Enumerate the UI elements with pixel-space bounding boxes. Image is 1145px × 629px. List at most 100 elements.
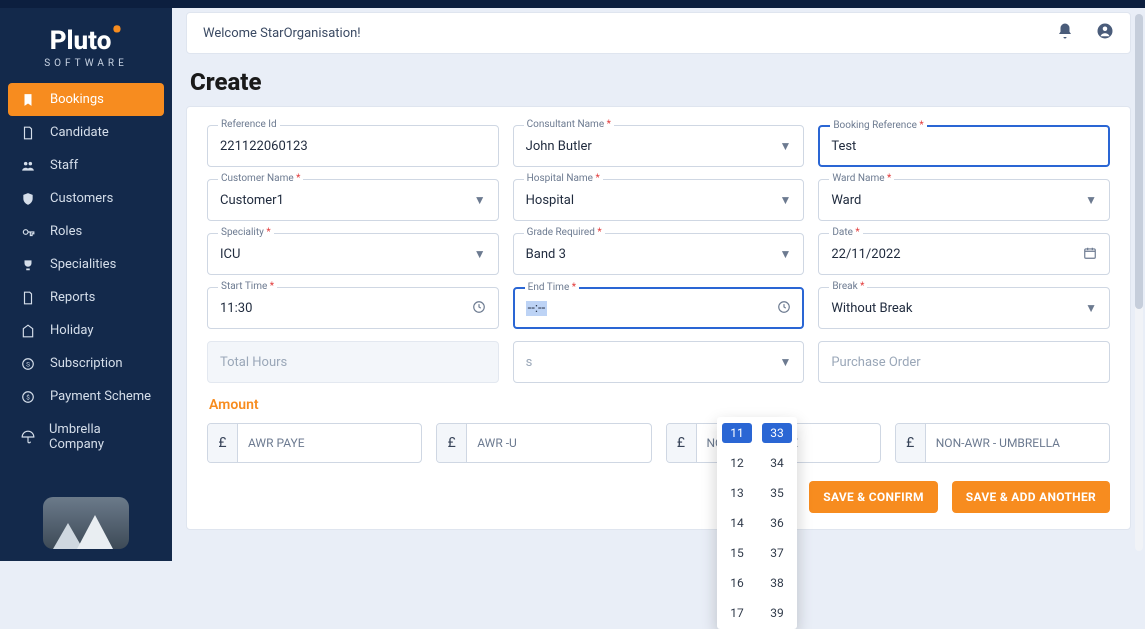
- sidebar-item-label: Candidate: [50, 125, 109, 140]
- form-card: Reference Id 221122060123 Consultant Nam…: [186, 106, 1131, 530]
- chevron-down-icon: ▼: [474, 247, 486, 261]
- sidebar-item-customers[interactable]: Customers: [8, 182, 164, 215]
- ward-name-value: Ward: [831, 193, 1085, 208]
- chevron-down-icon: ▼: [1085, 193, 1097, 207]
- consultant-name-select[interactable]: Consultant Name * John Butler ▼: [513, 125, 805, 167]
- people-icon: [20, 159, 36, 173]
- sidebar-item-candidate[interactable]: Candidate: [8, 116, 164, 149]
- time-minute-option[interactable]: 37: [762, 543, 792, 563]
- date-field[interactable]: Date * 22/11/2022: [818, 233, 1110, 275]
- coin-icon: S: [20, 357, 36, 371]
- end-time-field[interactable]: End Time * --:--: [513, 287, 805, 329]
- time-minute-option[interactable]: 36: [762, 513, 792, 533]
- time-hour-option[interactable]: 17: [722, 603, 752, 623]
- hospital-name-select[interactable]: Hospital Name * Hospital ▼: [513, 179, 805, 221]
- chevron-down-icon: ▼: [779, 193, 791, 207]
- amount-non-awr-umbrella[interactable]: £ NON-AWR - UMBRELLA: [895, 423, 1110, 463]
- chevron-down-icon: ▼: [779, 355, 791, 369]
- end-time-value: --:--: [526, 301, 548, 316]
- sidebar-item-reports[interactable]: Reports: [8, 281, 164, 314]
- time-minute-option[interactable]: 35: [762, 483, 792, 503]
- time-hour-option[interactable]: 15: [722, 543, 752, 563]
- svg-text:$: $: [26, 393, 30, 401]
- mid-select[interactable]: s ▼: [513, 341, 805, 383]
- sidebar-item-staff[interactable]: Staff: [8, 149, 164, 182]
- purchase-order-field[interactable]: Purchase Order: [818, 341, 1110, 383]
- clock-icon: [472, 300, 486, 317]
- currency-symbol: £: [437, 424, 467, 462]
- currency-symbol: £: [667, 424, 697, 462]
- top-strip: [0, 0, 1145, 8]
- time-hour-option[interactable]: 14: [722, 513, 752, 533]
- chevron-down-icon: ▼: [779, 247, 791, 261]
- chevron-down-icon: ▼: [779, 139, 791, 153]
- bell-icon[interactable]: [1056, 22, 1074, 44]
- speciality-select[interactable]: Speciality * ICU ▼: [207, 233, 499, 275]
- start-time-field[interactable]: Start Time * 11:30: [207, 287, 499, 329]
- purchase-order-label: Purchase Order: [831, 355, 1097, 370]
- hospital-name-value: Hospital: [526, 193, 780, 208]
- amount-placeholder: AWR PAYE: [238, 424, 421, 462]
- time-minute-option[interactable]: 38: [762, 573, 792, 593]
- brand-logo: Pluto• SOFTWARE: [0, 8, 172, 83]
- save-confirm-button[interactable]: SAVE & CONFIRM: [809, 481, 938, 513]
- chevron-down-icon: ▼: [1085, 301, 1097, 315]
- sidebar-item-subscription[interactable]: S Subscription: [8, 347, 164, 380]
- reference-id-value: 221122060123: [220, 139, 486, 154]
- sidebar-item-specialities[interactable]: Specialities: [8, 248, 164, 281]
- trophy-icon: [20, 258, 36, 272]
- time-picker-hours: 11 12 13 14 15 16 17: [717, 423, 757, 623]
- currency-symbol: £: [208, 424, 238, 462]
- customer-name-select[interactable]: Customer Name * Customer1 ▼: [207, 179, 499, 221]
- reference-id-field[interactable]: Reference Id 221122060123: [207, 125, 499, 167]
- total-hours-label: Total Hours: [220, 355, 486, 370]
- sidebar-nav: Bookings Candidate Staff Customers Roles…: [0, 83, 172, 461]
- coin-icon: $: [20, 390, 36, 404]
- currency-symbol: £: [896, 424, 926, 462]
- bookmark-icon: [20, 93, 36, 107]
- svg-text:S: S: [26, 360, 30, 368]
- amount-awr-u[interactable]: £ AWR -U: [436, 423, 651, 463]
- sidebar-item-label: Subscription: [50, 356, 123, 371]
- date-value: 22/11/2022: [831, 247, 1083, 262]
- sidebar-item-roles[interactable]: Roles: [8, 215, 164, 248]
- sidebar-item-label: Roles: [50, 224, 82, 239]
- time-hour-option[interactable]: 13: [722, 483, 752, 503]
- shield-icon: [20, 192, 36, 206]
- amount-awr-paye[interactable]: £ AWR PAYE: [207, 423, 422, 463]
- sidebar-item-label: Umbrella Company: [49, 422, 152, 452]
- scrollbar[interactable]: [1135, 14, 1143, 551]
- sidebar-item-holiday[interactable]: Holiday: [8, 314, 164, 347]
- building-icon: [20, 324, 36, 338]
- calendar-icon: [1083, 246, 1097, 263]
- ward-name-select[interactable]: Ward Name * Ward ▼: [818, 179, 1110, 221]
- time-hour-option[interactable]: 16: [722, 573, 752, 593]
- brand-name: Pluto: [50, 26, 112, 56]
- booking-reference-field[interactable]: Booking Reference * Test: [818, 125, 1110, 167]
- save-add-another-button[interactable]: SAVE & ADD ANOTHER: [952, 481, 1110, 513]
- sidebar-item-label: Bookings: [50, 92, 104, 107]
- sidebar-item-bookings[interactable]: Bookings: [8, 83, 164, 116]
- customer-name-value: Customer1: [220, 193, 474, 208]
- time-hour-option[interactable]: 11: [722, 423, 752, 443]
- sidebar-item-label: Specialities: [50, 257, 116, 272]
- grade-required-select[interactable]: Grade Required * Band 3 ▼: [513, 233, 805, 275]
- page-title: Create: [186, 64, 1131, 96]
- user-icon[interactable]: [1096, 22, 1114, 44]
- sidebar-item-label: Payment Scheme: [50, 389, 151, 404]
- time-minute-option[interactable]: 33: [762, 423, 792, 443]
- brand-dot-icon: •: [111, 12, 122, 47]
- clock-icon: [777, 300, 791, 317]
- time-minute-option[interactable]: 34: [762, 453, 792, 473]
- time-hour-option[interactable]: 12: [722, 453, 752, 473]
- doc-icon: [20, 291, 36, 305]
- chevron-down-icon: ▼: [474, 193, 486, 207]
- main: Welcome StarOrganisation! Create Referen…: [172, 8, 1145, 561]
- sidebar-item-umbrella-company[interactable]: Umbrella Company: [8, 413, 164, 461]
- sidebar-item-payment-scheme[interactable]: $ Payment Scheme: [8, 380, 164, 413]
- avatar[interactable]: [0, 485, 172, 561]
- break-value: Without Break: [831, 301, 1085, 316]
- end-time-picker[interactable]: 11 12 13 14 15 16 17 33 34 35 36 37 38 3…: [717, 417, 797, 629]
- time-minute-option[interactable]: 39: [762, 603, 792, 623]
- break-select[interactable]: Break * Without Break ▼: [818, 287, 1110, 329]
